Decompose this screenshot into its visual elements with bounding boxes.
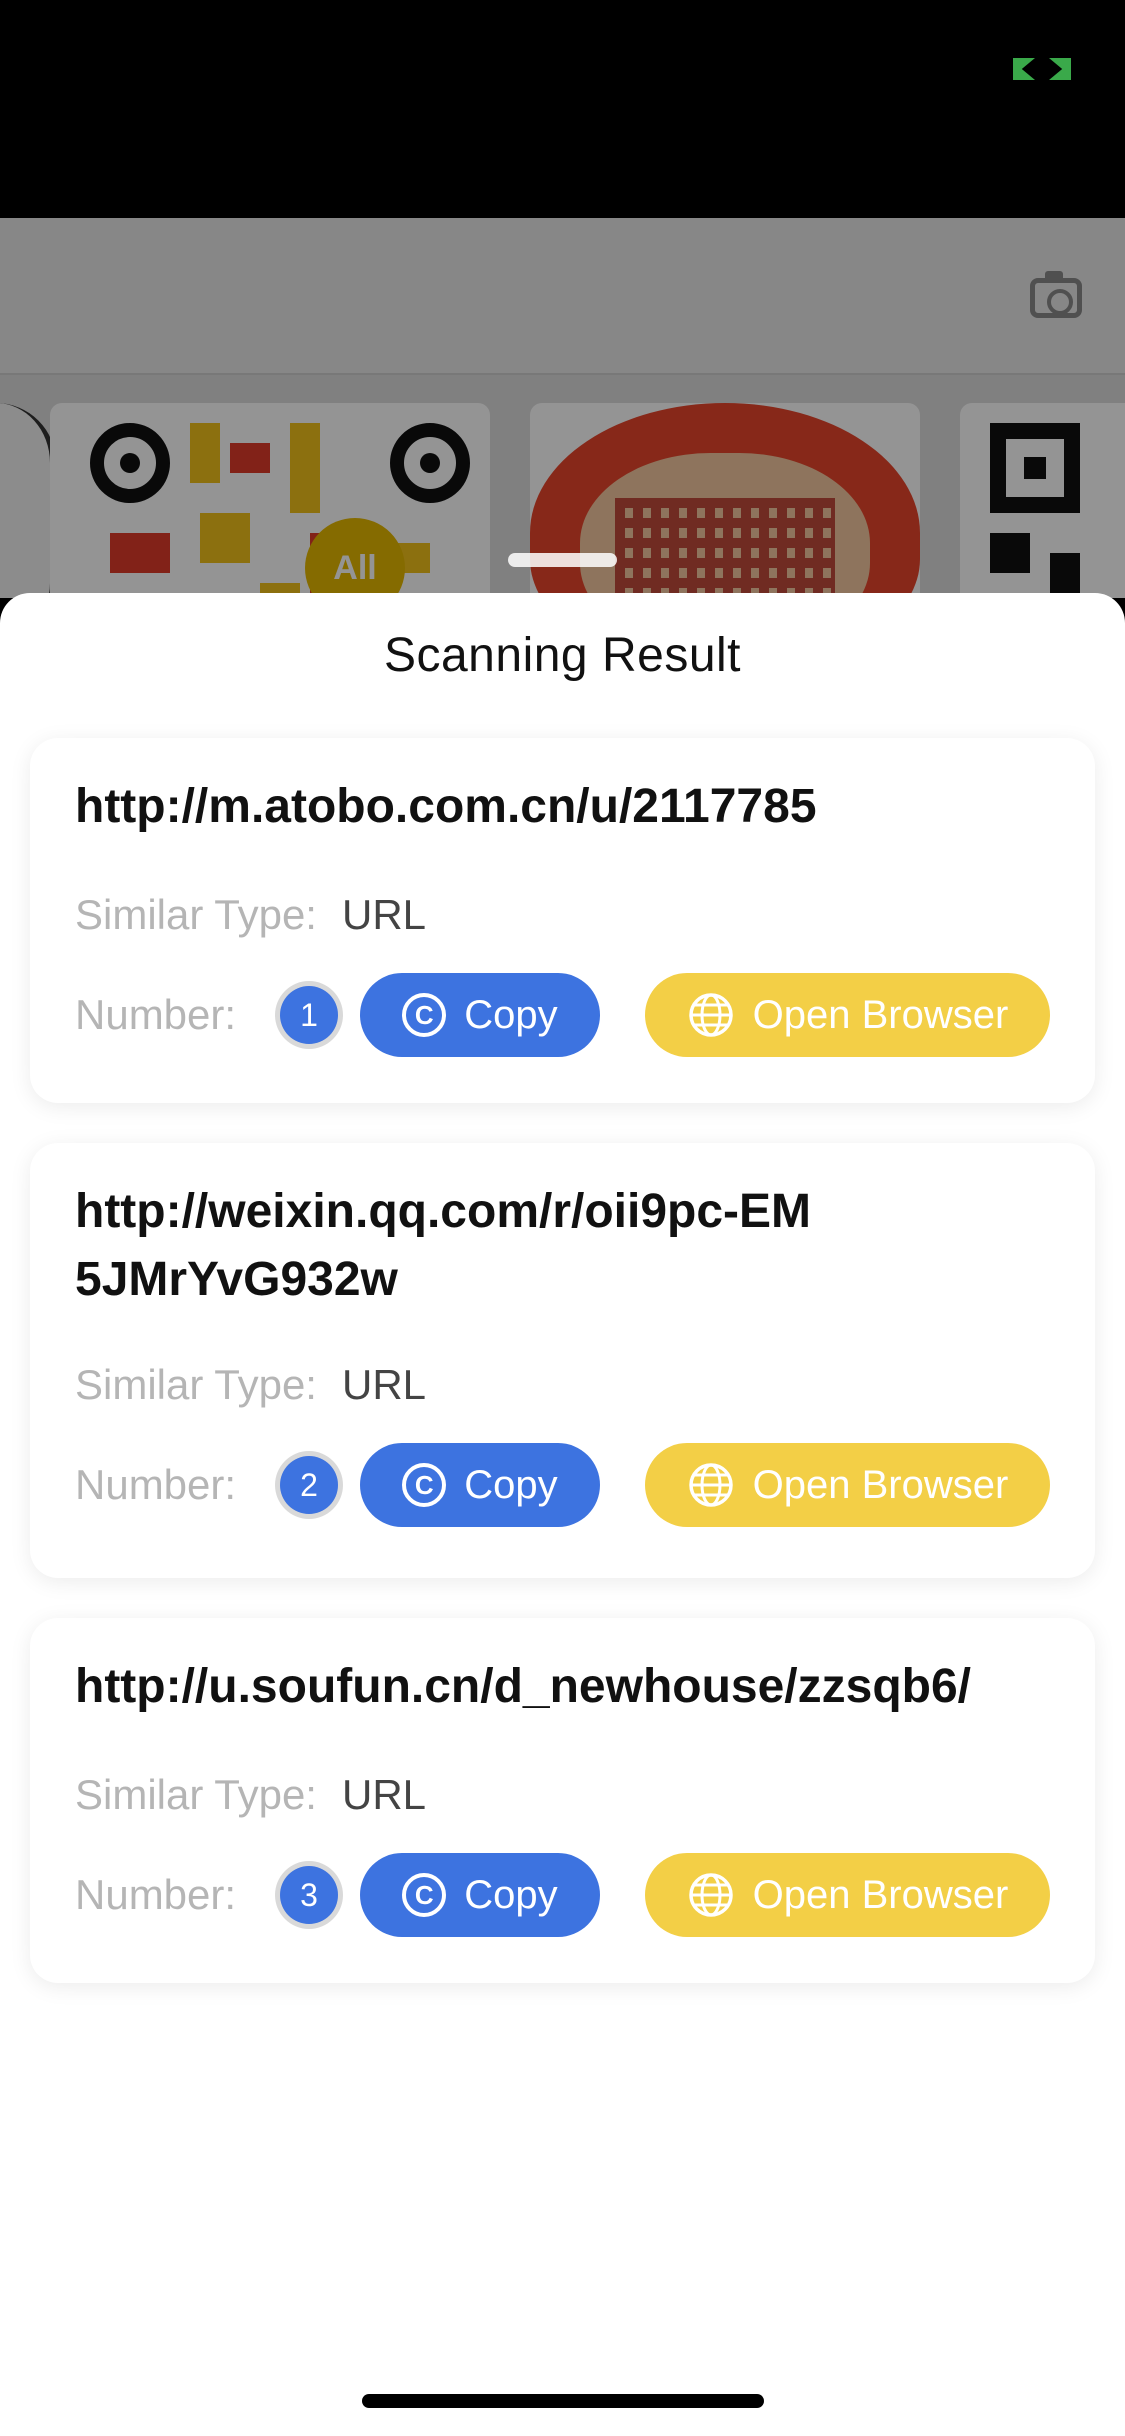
open-browser-label: Open Browser (752, 1462, 1009, 1507)
open-browser-label: Open Browser (752, 1872, 1009, 1917)
result-url[interactable]: http://weixin.qq.com/r/oii9pc-EM5JMrYvG9… (75, 1178, 835, 1314)
open-browser-button[interactable]: Open Browser (645, 1443, 1050, 1527)
number-badge: 1 (280, 986, 338, 1044)
number-row: Number: (75, 973, 236, 1057)
similar-type-label: Similar Type: (75, 1771, 317, 1818)
camera-in-use-indicator-icon (1013, 58, 1071, 80)
copyright-c-icon: C (402, 1463, 447, 1507)
copy-button-label: Copy (464, 992, 558, 1037)
copyright-c-icon: C (402, 1873, 447, 1917)
number-row: Number: (75, 1853, 236, 1937)
number-label: Number: (75, 1871, 237, 1918)
similar-type-row: Similar Type: URL (75, 1343, 426, 1427)
similar-type-row: Similar Type: URL (75, 1753, 426, 1837)
scan-result-sheet: Scanning Result http://m.atobo.com.cn/u/… (0, 593, 1125, 2436)
home-indicator[interactable] (362, 2394, 764, 2408)
copy-button[interactable]: C Copy (360, 973, 600, 1057)
sheet-drag-handle[interactable] (508, 553, 617, 567)
number-label: Number: (75, 991, 237, 1038)
copyright-c-icon: C (402, 993, 447, 1037)
status-bar (0, 0, 1125, 218)
result-card: http://u.soufun.cn/d_newhouse/zzsqb6/ Si… (30, 1618, 1095, 1983)
open-browser-button[interactable]: Open Browser (645, 973, 1050, 1057)
copy-button-label: Copy (464, 1462, 558, 1507)
globe-icon (688, 1463, 733, 1507)
number-row: Number: (75, 1443, 236, 1527)
similar-type-label: Similar Type: (75, 1361, 317, 1408)
result-card: http://weixin.qq.com/r/oii9pc-EM5JMrYvG9… (30, 1143, 1095, 1578)
number-label: Number: (75, 1461, 237, 1508)
result-url[interactable]: http://m.atobo.com.cn/u/2117785 (75, 773, 1055, 841)
copy-button[interactable]: C Copy (360, 1443, 600, 1527)
copy-button[interactable]: C Copy (360, 1853, 600, 1937)
similar-type-value: URL (341, 1361, 427, 1408)
open-browser-button[interactable]: Open Browser (645, 1853, 1050, 1937)
similar-type-row: Similar Type: URL (75, 873, 426, 957)
result-card: http://m.atobo.com.cn/u/2117785 Similar … (30, 738, 1095, 1103)
open-browser-label: Open Browser (752, 992, 1009, 1037)
sheet-title: Scanning Result (383, 629, 742, 682)
similar-type-label: Similar Type: (75, 891, 317, 938)
dim-overlay (0, 218, 1125, 598)
result-url[interactable]: http://u.soufun.cn/d_newhouse/zzsqb6/ (75, 1653, 1055, 1721)
globe-icon (688, 993, 733, 1037)
similar-type-value: URL (341, 891, 427, 938)
number-badge: 2 (280, 1456, 338, 1514)
copy-button-label: Copy (464, 1872, 558, 1917)
number-badge: 3 (280, 1866, 338, 1924)
similar-type-value: URL (341, 1771, 427, 1818)
globe-icon (688, 1873, 733, 1917)
